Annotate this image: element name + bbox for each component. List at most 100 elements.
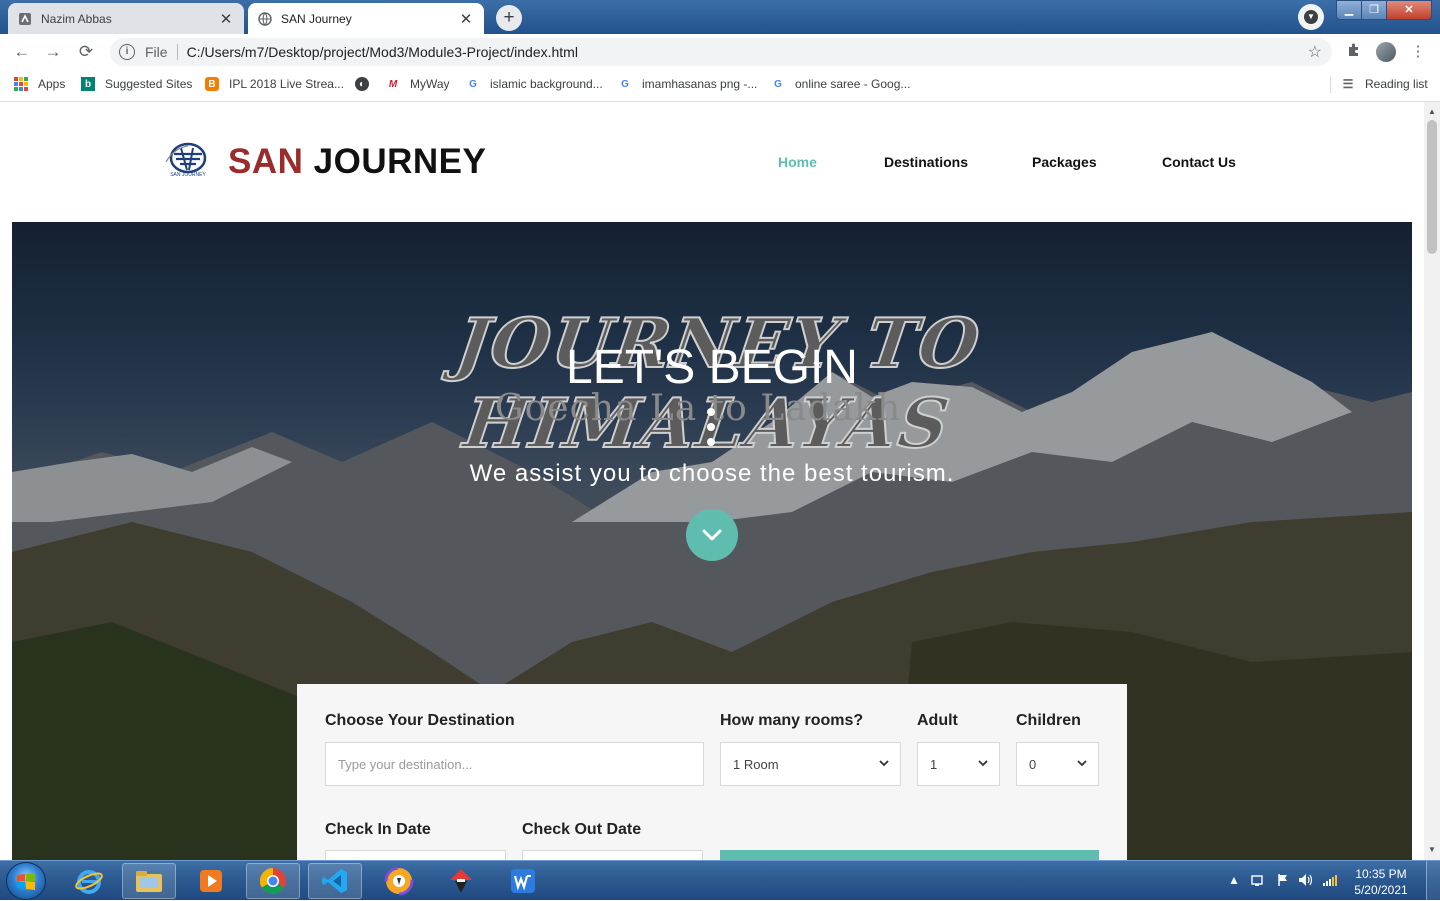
taskbar-clock[interactable]: 10:35 PM 5/20/2021 (1346, 866, 1416, 898)
bookmark-imamhasanas[interactable]: G imamhasanas png -... (618, 77, 757, 91)
hero-subtitle: We assist you to choose the best tourism… (469, 460, 955, 487)
checkin-label: Check In Date (325, 821, 431, 838)
bookmark-label: MyWay (410, 77, 450, 91)
windows-logo-icon (17, 873, 35, 890)
browser-tab-strip: Nazim Abbas ✕ SAN Journey ✕ + ▼ ▁ ❐ ✕ (0, 0, 1440, 34)
adult-label: Adult (917, 712, 958, 729)
checkin-date-input[interactable] (325, 850, 506, 860)
show-desktop-button[interactable] (1426, 861, 1440, 901)
nav-contact-us[interactable]: Contact Us (1162, 154, 1236, 170)
scrollbar-thumb[interactable] (1427, 120, 1437, 254)
browser-tab-san-journey[interactable]: SAN Journey ✕ (248, 3, 484, 34)
address-scheme-label: File (145, 44, 168, 60)
chrome-icon[interactable] (246, 863, 300, 899)
media-player-icon[interactable] (184, 863, 238, 899)
checkout-date-input[interactable] (522, 850, 703, 860)
show-hidden-icons-button[interactable]: ▲ (1228, 873, 1240, 887)
clock-date: 5/20/2021 (1354, 883, 1408, 897)
chevron-down-icon (702, 529, 722, 541)
chevron-down-icon: ▼ (1304, 10, 1318, 24)
address-bar[interactable]: i File C:/Users/m7/Desktop/project/Mod3/… (110, 38, 1332, 66)
bookmark-label: imamhasanas png -... (642, 77, 758, 91)
bookmark-label: IPL 2018 Live Strea... (229, 77, 344, 91)
adult-select[interactable]: 1 (917, 742, 1000, 786)
nav-destinations[interactable]: Destinations (884, 154, 968, 170)
internet-explorer-icon[interactable] (62, 863, 116, 899)
logo-caption: SAN JOURNEY (170, 172, 206, 178)
bing-icon: b (81, 77, 95, 91)
bookmark-online-saree[interactable]: G online saree - Goog... (771, 77, 910, 91)
wifi-signal-icon[interactable] (1322, 873, 1338, 890)
bookmark-myway[interactable]: M MyWay (386, 77, 450, 91)
window-minimize-button[interactable]: ▁ (1336, 0, 1362, 20)
wps-writer-icon[interactable] (496, 863, 550, 899)
bookmark-apps[interactable]: Apps (14, 77, 65, 91)
site-info-icon[interactable]: i (119, 44, 135, 60)
bookmark-star-icon[interactable]: ☆ (1308, 42, 1322, 62)
bookmark-globe[interactable]: ◐ (355, 77, 379, 91)
blogger-icon: B (205, 77, 219, 91)
hero-dots-divider (706, 408, 716, 452)
profile-avatar[interactable] (1376, 42, 1396, 62)
browser-tab-nazim-abbas[interactable]: Nazim Abbas ✕ (8, 3, 244, 34)
tab-favicon-icon (18, 12, 32, 26)
rooms-select[interactable]: 1 Room (720, 742, 901, 786)
download-app-icon[interactable] (434, 863, 488, 899)
children-label: Children (1016, 712, 1081, 729)
window-close-button[interactable]: ✕ (1386, 0, 1432, 20)
volume-speaker-icon[interactable] (1298, 873, 1314, 890)
more-menu-icon[interactable]: ⋮ (1408, 42, 1428, 62)
brand-part-journey: JOURNEY (313, 142, 487, 181)
window-restore-button[interactable]: ❐ (1361, 0, 1387, 20)
extensions-puzzle-icon[interactable] (1344, 42, 1364, 62)
bookmark-ipl-2018[interactable]: B IPL 2018 Live Strea... (205, 77, 344, 91)
children-select[interactable]: 0 (1016, 742, 1099, 786)
reading-list-icon: ☰ (1342, 77, 1354, 91)
reading-list-label: Reading list (1365, 77, 1428, 91)
tab-title: SAN Journey (281, 11, 352, 26)
nav-home[interactable]: Home (778, 154, 817, 170)
destination-input[interactable]: Type your destination... (325, 742, 704, 786)
bookmarks-bar: Apps b Suggested Sites B IPL 2018 Live S… (0, 70, 1440, 102)
tab-search-button[interactable]: ▼ (1298, 4, 1324, 30)
myway-icon: M (388, 78, 398, 90)
scroll-down-button[interactable] (686, 509, 738, 561)
apps-grid-icon (14, 77, 28, 91)
bookmark-suggested-sites[interactable]: b Suggested Sites (81, 77, 192, 91)
network-adapter-icon[interactable] (1250, 873, 1264, 890)
site-brand[interactable]: SAN JOURNEY (228, 142, 486, 182)
logo-image[interactable]: SAN JOURNEY (160, 140, 214, 186)
reading-list-button[interactable]: ☰ Reading list (1341, 77, 1428, 91)
rooms-label: How many rooms? (720, 712, 864, 729)
scroll-up-arrow-icon[interactable]: ▲ (1424, 104, 1440, 120)
bookmark-label: Apps (38, 77, 66, 91)
vscode-icon[interactable] (308, 863, 362, 899)
reload-icon[interactable]: ⟳ (75, 41, 97, 63)
forward-arrow-icon[interactable]: → (42, 41, 64, 63)
chevron-down-icon (1077, 760, 1087, 767)
bookmark-label: online saree - Goog... (795, 77, 911, 91)
brand-part-san: SAN (228, 142, 304, 181)
search-submit-button[interactable] (720, 850, 1099, 860)
browser-app-icon[interactable] (372, 863, 426, 899)
scroll-down-arrow-icon[interactable]: ▼ (1424, 842, 1440, 858)
google-icon: G (621, 78, 629, 90)
google-icon: G (774, 78, 782, 90)
address-separator (176, 44, 178, 60)
children-select-value: 0 (1029, 756, 1037, 772)
address-url[interactable]: C:/Users/m7/Desktop/project/Mod3/Module3… (187, 44, 578, 60)
back-arrow-icon[interactable]: ← (11, 41, 33, 63)
new-tab-button[interactable]: + (496, 5, 522, 31)
page-scrollbar[interactable]: ▲ ▼ (1424, 102, 1440, 860)
browser-toolbar: ← → ⟳ i File C:/Users/m7/Desktop/project… (0, 34, 1440, 70)
action-center-flag-icon[interactable] (1276, 873, 1290, 890)
bookmark-islamic-background[interactable]: G islamic background... (466, 77, 603, 91)
start-button[interactable] (6, 862, 46, 900)
nav-packages[interactable]: Packages (1032, 154, 1097, 170)
rooms-select-value: 1 Room (733, 756, 779, 772)
clock-time: 10:35 PM (1355, 867, 1407, 881)
hero-title: LET'S BEGIN (566, 341, 858, 394)
close-tab-icon[interactable]: ✕ (218, 10, 234, 28)
file-explorer-icon[interactable] (122, 863, 176, 899)
close-tab-icon[interactable]: ✕ (458, 10, 474, 28)
